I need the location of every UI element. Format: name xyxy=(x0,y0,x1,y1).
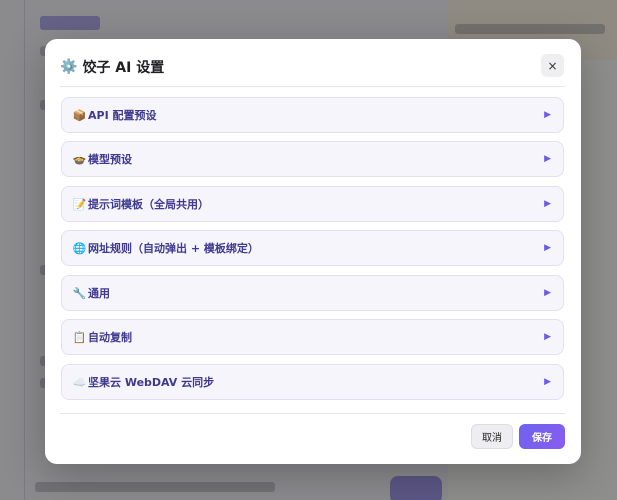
save-button[interactable]: 保存 xyxy=(519,424,565,449)
section-label: 坚果云 WebDAV 云同步 xyxy=(88,376,215,389)
cloud-icon: ☁️ xyxy=(72,375,87,389)
expand-arrow-icon: ▶ xyxy=(544,110,551,120)
dialog-header: ⚙️ 饺子 AI 设置 × xyxy=(45,39,581,87)
settings-dialog: ⚙️ 饺子 AI 设置 × 📦 API 配置预设 ▶ 🍲 模型预设 ▶ 📝 提示… xyxy=(45,39,581,464)
section-api-presets[interactable]: 📦 API 配置预设 ▶ xyxy=(61,97,564,133)
memo-icon: 📝 xyxy=(72,197,87,211)
section-auto-copy[interactable]: 📋 自动复制 ▶ xyxy=(61,319,564,355)
pot-icon: 🍲 xyxy=(72,152,87,166)
wrench-icon: 🔧 xyxy=(72,286,87,300)
header-divider xyxy=(60,86,565,87)
section-label: 网址规则（自动弹出 + 模板绑定） xyxy=(88,242,259,255)
expand-arrow-icon: ▶ xyxy=(544,154,551,164)
globe-icon: 🌐 xyxy=(72,241,87,255)
section-webdav-sync[interactable]: ☁️ 坚果云 WebDAV 云同步 ▶ xyxy=(61,364,564,400)
expand-arrow-icon: ▶ xyxy=(544,243,551,253)
close-button[interactable]: × xyxy=(541,54,564,77)
section-label: API 配置预设 xyxy=(88,109,157,122)
section-url-rules[interactable]: 🌐 网址规则（自动弹出 + 模板绑定） ▶ xyxy=(61,230,564,266)
clipboard-icon: 📋 xyxy=(72,330,87,344)
package-icon: 📦 xyxy=(72,108,87,122)
section-label: 通用 xyxy=(88,287,110,300)
footer-divider xyxy=(60,413,565,414)
gear-icon: ⚙️ xyxy=(60,59,78,75)
dialog-title-text: 饺子 AI 设置 xyxy=(82,60,165,76)
expand-arrow-icon: ▶ xyxy=(544,332,551,342)
section-general[interactable]: 🔧 通用 ▶ xyxy=(61,275,564,311)
cancel-button[interactable]: 取消 xyxy=(471,424,513,449)
section-label: 模型预设 xyxy=(88,153,132,166)
section-prompt-templates[interactable]: 📝 提示词模板（全局共用） ▶ xyxy=(61,186,564,222)
section-model-presets[interactable]: 🍲 模型预设 ▶ xyxy=(61,141,564,177)
expand-arrow-icon: ▶ xyxy=(544,377,551,387)
expand-arrow-icon: ▶ xyxy=(544,288,551,298)
expand-arrow-icon: ▶ xyxy=(544,199,551,209)
section-label: 自动复制 xyxy=(88,331,132,344)
section-label: 提示词模板（全局共用） xyxy=(88,198,209,211)
dialog-title: ⚙️ 饺子 AI 设置 xyxy=(60,57,164,77)
